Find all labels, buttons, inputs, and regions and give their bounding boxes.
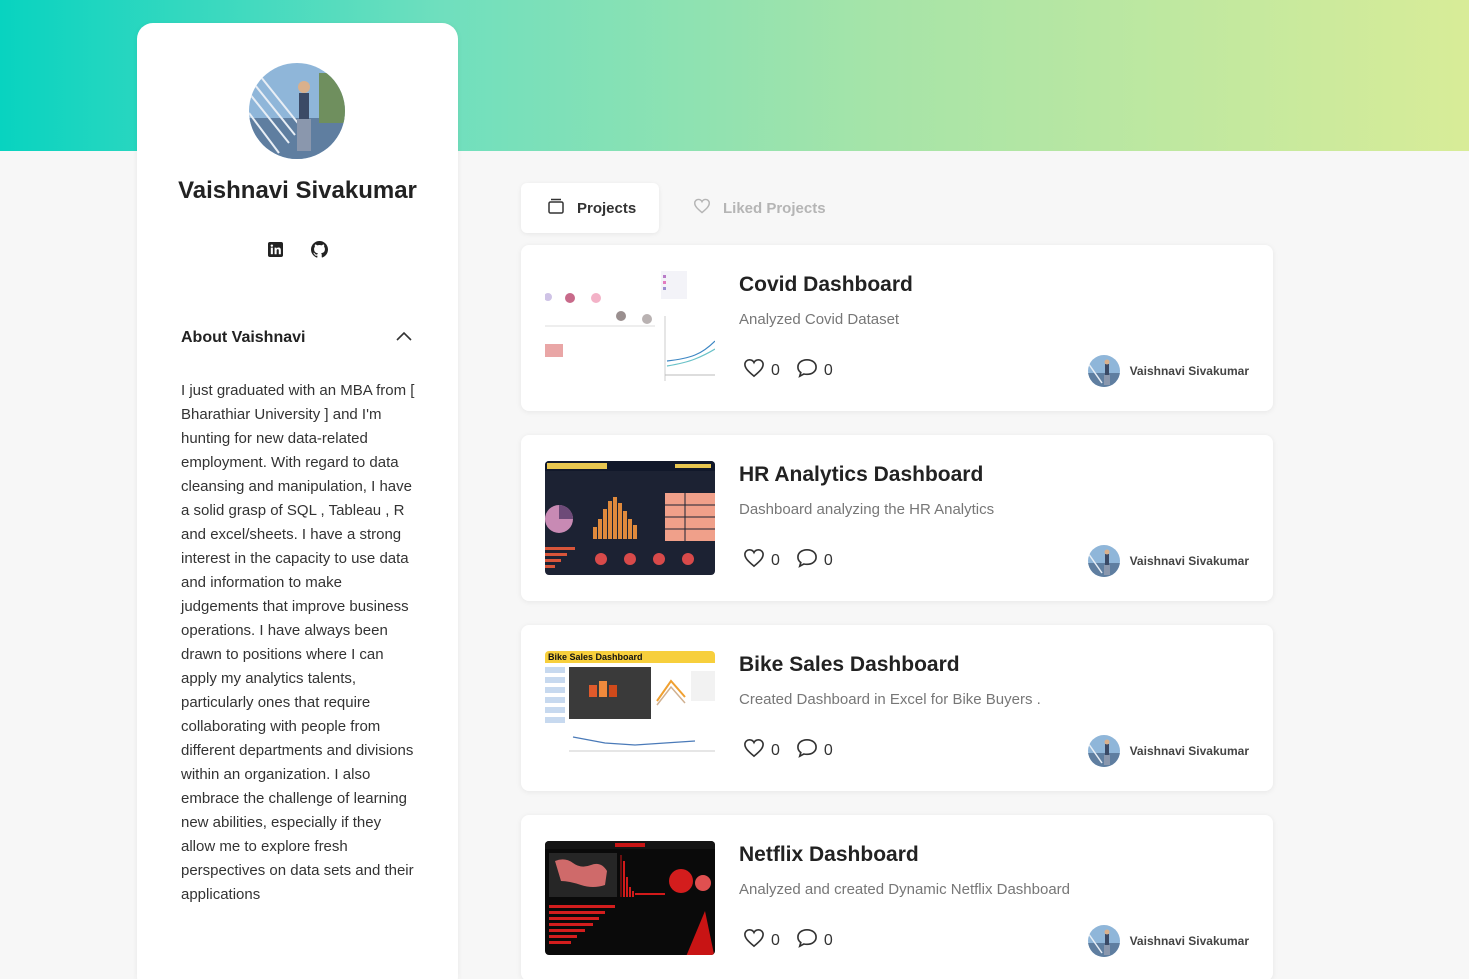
project-description: Created Dashboard in Excel for Bike Buye… — [739, 691, 1041, 708]
project-title: Bike Sales Dashboard — [739, 653, 960, 676]
chevron-up-icon — [395, 329, 413, 347]
github-icon[interactable] — [310, 240, 328, 258]
about-title: About Vaishnavi — [181, 329, 306, 346]
heart-icon — [743, 358, 765, 383]
like-count: 0 — [771, 931, 780, 949]
project-thumbnail — [545, 271, 715, 385]
project-thumbnail — [545, 461, 715, 575]
like-button[interactable]: 0 — [743, 928, 780, 953]
author-name: Vaishnavi Sivakumar — [1129, 744, 1249, 758]
project-thumbnail — [545, 841, 715, 955]
project-card[interactable]: Bike Sales Dashboard Bike Sales Dashboar… — [521, 625, 1273, 791]
project-author[interactable]: Vaishnavi Sivakumar — [1087, 355, 1249, 387]
comment-icon — [796, 548, 818, 573]
tab-projects[interactable]: Projects — [521, 183, 659, 233]
folder-icon — [547, 198, 565, 218]
heart-icon — [743, 548, 765, 573]
like-button[interactable]: 0 — [743, 548, 780, 573]
comment-count: 0 — [823, 741, 833, 759]
author-avatar — [1087, 545, 1120, 577]
linkedin-icon[interactable] — [266, 240, 284, 258]
like-button[interactable]: 0 — [743, 738, 780, 763]
project-description: Analyzed and created Dynamic Netflix Das… — [739, 881, 1071, 898]
tab-liked-label: Liked Projects — [723, 199, 826, 217]
comment-button[interactable]: 0 — [796, 548, 833, 573]
author-name: Vaishnavi Sivakumar — [1129, 364, 1249, 378]
heart-icon — [743, 928, 765, 953]
project-title: HR Analytics Dashboard — [739, 463, 984, 486]
project-title: Covid Dashboard — [739, 273, 913, 296]
comment-icon — [796, 358, 818, 383]
author-avatar — [1087, 355, 1120, 387]
project-thumbnail: Bike Sales Dashboard — [545, 651, 715, 765]
profile-avatar — [249, 63, 345, 159]
project-title: Netflix Dashboard — [739, 843, 919, 866]
project-card[interactable]: Netflix Dashboard Analyzed and created D… — [521, 815, 1273, 979]
comment-button[interactable]: 0 — [796, 928, 833, 953]
profile-card: Vaishnavi Sivakumar About Vaishnavi I ju… — [137, 23, 458, 979]
profile-name: Vaishnavi Sivakumar — [178, 177, 417, 204]
project-author[interactable]: Vaishnavi Sivakumar — [1087, 735, 1249, 767]
author-name: Vaishnavi Sivakumar — [1129, 554, 1249, 568]
comment-icon — [796, 928, 818, 953]
project-author[interactable]: Vaishnavi Sivakumar — [1087, 545, 1249, 577]
like-count: 0 — [771, 741, 780, 759]
comment-count: 0 — [823, 931, 833, 949]
about-text: I just graduated with an MBA from [ Bhar… — [181, 382, 415, 903]
author-avatar — [1087, 735, 1120, 767]
project-card[interactable]: Covid Dashboard Analyzed Covid Dataset 0… — [521, 245, 1273, 411]
tab-projects-label: Projects — [577, 199, 637, 217]
author-name: Vaishnavi Sivakumar — [1129, 934, 1249, 948]
project-description: Dashboard analyzing the HR Analytics — [739, 501, 995, 518]
tab-liked-projects[interactable]: Liked Projects — [659, 183, 852, 233]
author-avatar — [1087, 925, 1120, 957]
thumb-heading: Bike Sales Dashboard — [548, 652, 643, 662]
like-count: 0 — [771, 361, 780, 379]
heart-icon — [743, 738, 765, 763]
heart-icon — [693, 198, 711, 218]
comment-count: 0 — [823, 551, 833, 569]
comment-icon — [796, 738, 818, 763]
like-count: 0 — [771, 551, 780, 569]
project-card[interactable]: HR Analytics Dashboard Dashboard analyzi… — [521, 435, 1273, 601]
about-toggle[interactable]: About Vaishnavi — [181, 326, 413, 350]
comment-count: 0 — [823, 361, 833, 379]
tab-bar: Projects Liked Projects — [521, 183, 852, 233]
project-description: Analyzed Covid Dataset — [739, 311, 900, 328]
project-author[interactable]: Vaishnavi Sivakumar — [1087, 925, 1249, 957]
like-button[interactable]: 0 — [743, 358, 780, 383]
comment-button[interactable]: 0 — [796, 358, 833, 383]
comment-button[interactable]: 0 — [796, 738, 833, 763]
